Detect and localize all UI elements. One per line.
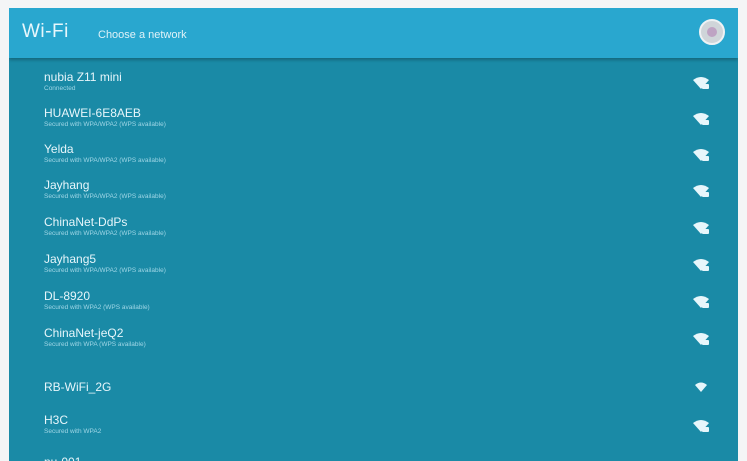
network-item[interactable]: ChinaNet-jeQ2 Secured with WPA (WPS avai…	[9, 322, 738, 356]
network-status: Secured with WPA2	[44, 428, 102, 435]
network-status: Secured with WPA/WPA2 (WPS available)	[44, 121, 166, 128]
network-item[interactable]: HUAWEI-6E8AEB Secured with WPA/WPA2 (WPS…	[9, 102, 738, 136]
network-item[interactable]: ChinaNet-DdPs Secured with WPA/WPA2 (WPS…	[9, 211, 738, 245]
page-title: Wi-Fi	[22, 21, 69, 42]
app-bar: Wi-Fi Choose a network	[9, 8, 738, 58]
network-item[interactable]: Jayhang5 Secured with WPA/WPA2 (WPS avai…	[9, 248, 738, 282]
network-ssid: nubia Z11 mini	[44, 70, 122, 84]
network-item[interactable]: DL-8920 Secured with WPA2 (WPS available…	[9, 285, 738, 319]
wifi-signal-icon	[692, 184, 710, 198]
network-status: Secured with WPA/WPA2 (WPS available)	[44, 230, 166, 237]
network-ssid: nu-001	[44, 455, 81, 461]
network-ssid: Jayhang5	[44, 252, 97, 266]
wifi-signal-icon	[692, 380, 710, 394]
wifi-signal-icon	[692, 332, 710, 346]
network-status: Secured with WPA (WPS available)	[44, 341, 146, 348]
network-ssid: ChinaNet-DdPs	[44, 215, 128, 229]
avatar[interactable]	[699, 19, 725, 45]
network-item[interactable]: Jayhang Secured with WPA/WPA2 (WPS avail…	[9, 174, 738, 208]
network-ssid: Jayhang	[44, 178, 90, 192]
wifi-settings-screen: Wi-Fi Choose a network nubia Z11 mini Co…	[9, 8, 738, 461]
network-ssid: ChinaNet-jeQ2	[44, 326, 124, 340]
network-item[interactable]: Yelda Secured with WPA/WPA2 (WPS availab…	[9, 138, 738, 172]
network-item[interactable]: H3C Secured with WPA2	[9, 409, 738, 443]
network-status: Connected	[44, 85, 76, 92]
network-status: Secured with WPA2 (WPS available)	[44, 304, 150, 311]
wifi-signal-icon	[692, 76, 710, 90]
network-status: Secured with WPA/WPA2 (WPS available)	[44, 267, 166, 274]
wifi-signal-icon	[692, 112, 710, 126]
network-status: Secured with WPA/WPA2 (WPS available)	[44, 193, 166, 200]
network-item[interactable]: nu-001	[9, 446, 738, 461]
wifi-signal-icon	[692, 221, 710, 235]
wifi-signal-icon	[692, 258, 710, 272]
network-ssid: H3C	[44, 413, 69, 427]
wifi-signal-icon	[692, 419, 710, 433]
network-item[interactable]: RB-WiFi_2G	[9, 370, 738, 404]
network-ssid: Yelda	[44, 142, 74, 156]
network-item[interactable]: nubia Z11 mini Connected	[9, 66, 738, 100]
wifi-signal-icon	[692, 148, 710, 162]
page-subtitle: Choose a network	[98, 29, 187, 41]
wifi-signal-icon	[692, 295, 710, 309]
network-ssid: HUAWEI-6E8AEB	[44, 106, 141, 120]
network-status: Secured with WPA/WPA2 (WPS available)	[44, 157, 166, 164]
network-ssid: DL-8920	[44, 289, 91, 303]
network-ssid: RB-WiFi_2G	[44, 380, 112, 394]
